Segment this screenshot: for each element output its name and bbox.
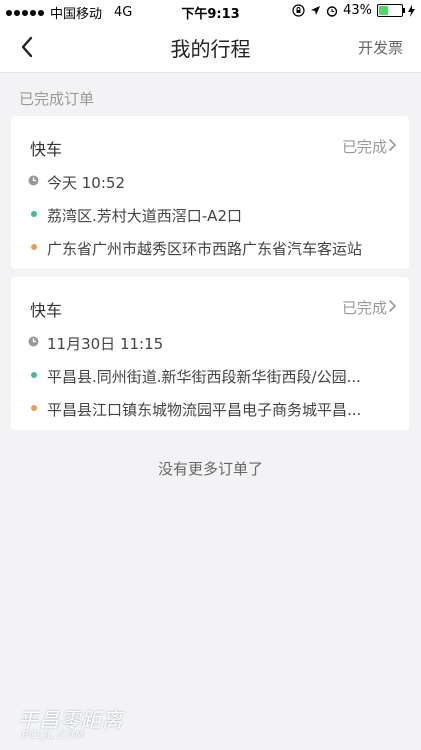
order-time: 今天 10:52 <box>47 174 125 192</box>
origin-dot-icon <box>31 372 37 378</box>
order-time-row: 11月30日 11:15 <box>11 327 409 357</box>
battery-percent: 43% <box>343 3 372 18</box>
order-card[interactable]: 快车 已完成 11月30日 11:15 平昌县.同州街道.新华街西段新华街西段/… <box>11 277 409 430</box>
order-card[interactable]: 快车 已完成 今天 10:52 荔湾区.芳村大道西滘口-A2口 广东省广州市越秀… <box>11 116 409 269</box>
destination-dot-icon <box>31 405 37 411</box>
origin-dot-icon <box>31 211 37 217</box>
clock-icon <box>28 336 39 347</box>
chevron-right-icon <box>389 300 397 312</box>
lock-rotation-icon <box>292 4 305 17</box>
status-bar: 中国移动 4G 下午9:13 43% <box>0 0 421 22</box>
watermark-logo: 平昌零距离 <box>18 708 123 732</box>
no-more-orders-text: 没有更多订单了 <box>157 460 263 478</box>
battery-icon <box>377 4 405 17</box>
section-title: 已完成订单 <box>19 90 95 108</box>
order-origin-row: 平昌县.同州街道.新华街西段新华街西段/公园... <box>11 360 409 390</box>
order-destination: 广东省广州市越秀区环市西路广东省汽车客运站 <box>47 240 363 258</box>
invoice-button[interactable]: 开发票 <box>358 37 403 58</box>
order-status: 已完成 <box>341 299 387 317</box>
order-origin: 荔湾区.芳村大道西滘口-A2口 <box>47 207 242 225</box>
order-status: 已完成 <box>341 138 387 156</box>
order-destination-row: 平昌县江口镇东城物流园平昌电子商务城平昌... <box>11 393 409 423</box>
alarm-icon <box>326 5 338 17</box>
order-card-header: 快车 已完成 <box>11 116 409 160</box>
nav-bar: 我的行程 开发票 <box>0 22 421 73</box>
order-destination: 平昌县江口镇东城物流园平昌电子商务城平昌... <box>47 401 362 419</box>
watermark-sub: PCLJL.COM <box>22 730 85 741</box>
location-arrow-icon <box>311 6 321 15</box>
clock-icon <box>28 175 39 186</box>
order-type: 快车 <box>30 140 63 159</box>
order-card-header: 快车 已完成 <box>11 277 409 321</box>
order-destination-row: 广东省广州市越秀区环市西路广东省汽车客运站 <box>11 232 409 262</box>
status-right: 43% <box>292 3 415 18</box>
order-type: 快车 <box>30 301 63 320</box>
order-origin-row: 荔湾区.芳村大道西滘口-A2口 <box>11 199 409 229</box>
order-time: 11月30日 11:15 <box>47 335 164 353</box>
destination-dot-icon <box>31 244 37 250</box>
order-time-row: 今天 10:52 <box>11 166 409 196</box>
chevron-right-icon <box>389 139 397 151</box>
order-origin: 平昌县.同州街道.新华街西段新华街西段/公园... <box>47 368 361 386</box>
charging-icon <box>408 4 415 17</box>
